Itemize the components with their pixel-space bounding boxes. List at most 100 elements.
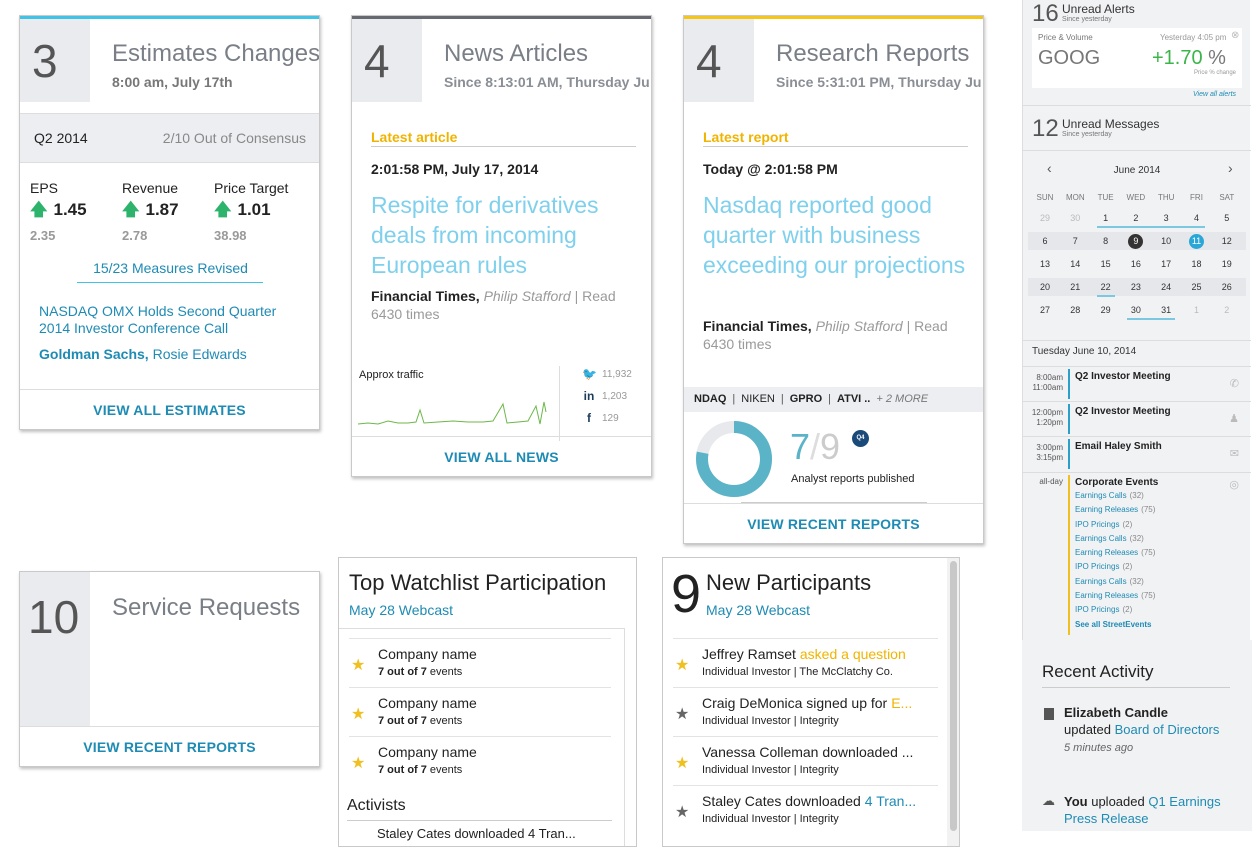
calendar-day[interactable]: 11 [1182, 234, 1212, 249]
star-icon[interactable]: ★ [675, 655, 689, 675]
calendar-day[interactable]: 29 [1091, 305, 1121, 315]
participant-row[interactable]: ★ Jeffrey Ramset asked a question Individua… [673, 638, 938, 687]
watchlist-scrollbar[interactable] [624, 628, 625, 846]
calendar-day[interactable]: 1 [1182, 305, 1212, 315]
ticker-niken[interactable]: NIKEN [741, 393, 775, 405]
phone-icon[interactable]: ✆ [1230, 377, 1239, 390]
participant-row[interactable]: ★ Craig DeMonica signed up for E... Individ… [673, 687, 938, 736]
calendar-day[interactable]: 31 [1151, 305, 1181, 315]
view-recent-reports-service-button[interactable]: VIEW RECENT REPORTS [20, 726, 319, 766]
article-headline[interactable]: Respite for derivatives deals from incom… [371, 190, 636, 280]
calendar-day[interactable]: 14 [1060, 259, 1090, 269]
ticker-ndaq[interactable]: NDAQ [694, 393, 726, 405]
calendar-day[interactable]: 2 [1212, 305, 1242, 315]
calendar-day[interactable]: 17 [1151, 259, 1181, 269]
calendar-day[interactable]: 8 [1091, 236, 1121, 246]
star-icon[interactable]: ★ [675, 802, 689, 822]
calendar-day[interactable]: 15 [1091, 259, 1121, 269]
star-icon[interactable]: ★ [351, 655, 365, 675]
participant-row[interactable]: ★ Vanessa Colleman downloaded ... Individu… [673, 736, 938, 785]
view-all-news-button[interactable]: VIEW ALL NEWS [352, 436, 651, 476]
watchlist-row[interactable]: ★ Company name 7 out of 7 events [349, 687, 611, 736]
street-event-link[interactable]: Earnings Calls (32) [1075, 489, 1155, 503]
calendar-day[interactable]: 24 [1151, 282, 1181, 292]
event-link[interactable]: NASDAQ OMX Holds Second Quarter 2014 Inv… [39, 303, 299, 337]
watchlist-row[interactable]: ★ Company name 7 out of 7 events [349, 638, 611, 687]
calendar-day[interactable]: 7 [1060, 236, 1090, 246]
street-event-link[interactable]: Earnings Calls (32) [1075, 532, 1155, 546]
report-headline[interactable]: Nasdaq reported good quarter with busine… [703, 190, 973, 280]
ticker-separator: | [828, 393, 831, 405]
ticker-atvi[interactable]: ATVI [837, 393, 861, 405]
messages-label[interactable]: Unread Messages [1062, 117, 1159, 131]
agenda-event[interactable]: 3:00pm 3:15pm Email Haley Smith ✉ [1023, 436, 1251, 471]
report-author[interactable]: Philip Stafford [816, 318, 903, 334]
calendar-day[interactable]: 23 [1121, 282, 1151, 292]
pv-close-icon[interactable]: ⊗ [1231, 30, 1239, 41]
participant-row[interactable]: ★ Staley Cates downloaded 4 Tran... Individ… [673, 785, 938, 834]
participant-action-link[interactable]: E... [891, 695, 912, 711]
calendar-day[interactable]: 3 [1151, 213, 1181, 223]
calendar-day[interactable]: 27 [1030, 305, 1060, 315]
street-event-link[interactable]: Earnings Calls (32) [1075, 575, 1155, 589]
activity-1-actor[interactable]: Elizabeth Candle [1064, 705, 1168, 720]
participant-action-link[interactable]: 4 Tran... [865, 793, 916, 809]
twitter-icon[interactable]: 🐦 [582, 367, 597, 381]
analyst-name[interactable]: Rosie Edwards [153, 346, 247, 362]
ticker-gpro[interactable]: GPRO [790, 393, 822, 405]
street-event-link[interactable]: Earning Releases (75) [1075, 503, 1155, 517]
calendar-day[interactable]: 9 [1121, 234, 1151, 249]
calendar-day[interactable]: 30 [1121, 305, 1151, 315]
star-icon[interactable]: ★ [675, 753, 689, 773]
calendar-day[interactable]: 10 [1151, 236, 1181, 246]
star-icon[interactable]: ★ [351, 753, 365, 773]
calendar-day[interactable]: 19 [1212, 259, 1242, 269]
calendar-day[interactable]: 25 [1182, 282, 1212, 292]
street-event-link[interactable]: IPO Pricings (2) [1075, 518, 1155, 532]
street-event-link[interactable]: Earning Releases (75) [1075, 589, 1155, 603]
view-recent-reports-button[interactable]: VIEW RECENT REPORTS [684, 503, 983, 543]
calendar-day[interactable]: 5 [1212, 213, 1242, 223]
firm-name[interactable]: Goldman Sachs, [39, 346, 149, 362]
agenda-event[interactable]: 12:00pm 1:20pm Q2 Investor Meeting ♟ [1023, 401, 1251, 436]
calendar-next-button[interactable]: › [1228, 160, 1233, 176]
view-all-alerts-link[interactable]: View all alerts [1193, 91, 1236, 98]
view-all-estimates-button[interactable]: VIEW ALL ESTIMATES [20, 389, 319, 429]
calendar-day[interactable]: 13 [1030, 259, 1060, 269]
calendar-day[interactable]: 1 [1091, 213, 1121, 223]
see-all-street-events-link[interactable]: See all StreetEvents [1075, 618, 1155, 632]
calendar-day[interactable]: 29 [1030, 213, 1060, 223]
calendar-day[interactable]: 2 [1121, 213, 1151, 223]
facebook-icon[interactable]: f [582, 411, 596, 425]
calendar-day[interactable]: 18 [1182, 259, 1212, 269]
calendar-day[interactable]: 22 [1091, 282, 1121, 292]
article-author[interactable]: Philip Stafford [484, 288, 571, 304]
activity-2-actor[interactable]: You [1064, 794, 1088, 809]
calendar-day[interactable]: 21 [1060, 282, 1090, 292]
price-volume-alert[interactable]: Price & Volume Yesterday 4:05 pm ⊗ GOOG … [1032, 28, 1242, 88]
street-event-link[interactable]: IPO Pricings (2) [1075, 603, 1155, 617]
activity-1-object[interactable]: Board of Directors [1115, 722, 1220, 737]
star-icon[interactable]: ★ [675, 704, 689, 724]
calendar-day[interactable]: 20 [1030, 282, 1060, 292]
calendar-day[interactable]: 16 [1121, 259, 1151, 269]
calendar-day[interactable]: 30 [1060, 213, 1090, 223]
participants-scrollbar-thumb[interactable] [950, 561, 957, 831]
calendar-day[interactable]: 4 [1182, 213, 1212, 223]
calendar-day[interactable]: 6 [1030, 236, 1060, 246]
calendar-day[interactable]: 28 [1060, 305, 1090, 315]
street-event-link[interactable]: IPO Pricings (2) [1075, 560, 1155, 574]
agenda-event[interactable]: 8:00am 11:00am Q2 Investor Meeting ✆ [1023, 366, 1251, 401]
calendar-day[interactable]: 12 [1212, 236, 1242, 246]
street-event-link[interactable]: Earning Releases (75) [1075, 546, 1155, 560]
measures-revised[interactable]: 15/23 Measures Revised [20, 260, 319, 276]
watchlist-row[interactable]: ★ Company name 7 out of 7 events [349, 736, 611, 785]
participant-action-link[interactable]: asked a question [800, 646, 906, 662]
star-icon[interactable]: ★ [351, 704, 365, 724]
alerts-label[interactable]: Unread Alerts [1062, 2, 1135, 16]
mail-icon[interactable]: ✉ [1230, 447, 1239, 460]
calendar-day[interactable]: 26 [1212, 282, 1242, 292]
linkedin-icon[interactable]: in [582, 389, 596, 403]
people-icon[interactable]: ♟ [1229, 412, 1239, 425]
tickers-more-link[interactable]: + 2 MORE [876, 393, 928, 405]
